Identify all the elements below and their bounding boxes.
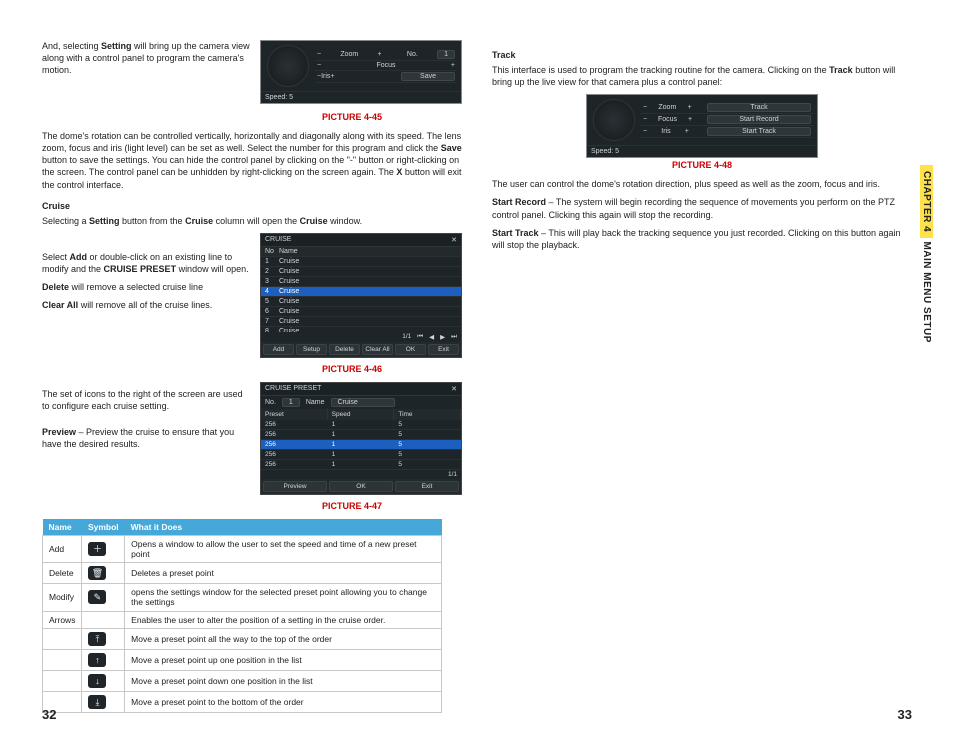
dialog-button[interactable]: OK [395,344,426,355]
start-record-button[interactable]: Start Record [707,115,811,124]
start-record-para: Start Record – The system will begin rec… [492,196,912,220]
caption-4-45: PICTURE 4-45 [242,112,462,122]
left-column: −Zoom+No.1 −Focus+ −Iris+Save Speed: 5 A… [42,40,462,713]
page-last-icon: ⏭ [451,333,457,341]
symbol-icon: ↓ [88,674,106,688]
chapter-tab: CHAPTER 4 MAIN MENU SETUP [921,165,932,343]
list-item: 6Cruise [261,307,461,317]
dialog-button[interactable]: Delete [329,344,360,355]
list-item: 1Cruise [261,257,461,267]
dialog-button[interactable]: Setup [296,344,327,355]
symbol-icon: ✎ [88,590,106,604]
dialog-button[interactable]: Add [263,344,294,355]
page-number-left: 32 [42,707,56,722]
table-row: Modify✎opens the settings window for the… [43,584,442,611]
table-row: 25615 [261,430,461,440]
page-first-icon: ⏮ [417,333,423,341]
table-row: ↑Move a preset point up one position in … [43,649,442,670]
figure-4-45: −Zoom+No.1 −Focus+ −Iris+Save Speed: 5 [260,40,462,104]
start-track-para: Start Track – This will play back the tr… [492,227,912,251]
page-prev-icon: ◀ [429,333,434,341]
table-row: 25615 [261,420,461,430]
track-p1: This interface is used to program the tr… [492,64,912,88]
track-p2: The user can control the dome's rotation… [492,178,912,190]
close-icon: ✕ [451,385,457,393]
dome-paragraph: The dome's rotation can be controlled ve… [42,130,462,191]
list-item: 7Cruise [261,317,461,327]
dialog-button[interactable]: Preview [263,481,327,492]
track-heading: Track [492,50,912,60]
symbol-icon: 🗑 [88,566,106,580]
table-row: 25615 [261,450,461,460]
dialog-button[interactable]: Exit [428,344,459,355]
list-item: 2Cruise [261,267,461,277]
table-row: Delete🗑Deletes a preset point [43,563,442,584]
right-column: Track This interface is used to program … [492,40,912,713]
table-row: ArrowsEnables the user to alter the posi… [43,611,442,628]
dialog-button[interactable]: OK [329,481,393,492]
symbol-icon: ↑ [88,653,106,667]
table-row: ↓Move a preset point down one position i… [43,670,442,691]
table-row: 25615 [261,460,461,470]
caption-4-47: PICTURE 4-47 [242,501,462,511]
start-track-button[interactable]: Start Track [707,127,811,136]
page-next-icon: ▶ [440,333,445,341]
symbol-icon: ⤒ [88,632,106,646]
icon-table: Name Symbol What it Does Add＋Opens a win… [42,519,442,713]
page-number-right: 33 [898,707,912,722]
table-row: ⤒Move a preset point all the way to the … [43,628,442,649]
figure-4-46: CRUISE✕ NoName 1Cruise2Cruise3Cruise4Cru… [260,233,462,358]
symbol-icon: ⤓ [88,695,106,709]
save-button[interactable]: Save [401,72,455,81]
caption-4-48: PICTURE 4-48 [492,160,912,170]
caption-4-46: PICTURE 4-46 [242,364,462,374]
table-row: ⤓Move a preset point to the bottom of th… [43,691,442,712]
table-row: 25615 [261,440,461,450]
list-item: 3Cruise [261,277,461,287]
list-item: 5Cruise [261,297,461,307]
list-item: 4Cruise [261,287,461,297]
cruise-p1: Selecting a Setting button from the Crui… [42,215,462,227]
cruise-heading: Cruise [42,201,462,211]
figure-4-47: CRUISE PRESET✕ No.1 NameCruise PresetSpe… [260,382,462,495]
ptz-dial-icon [267,45,309,87]
table-row: Add＋Opens a window to allow the user to … [43,535,442,562]
dialog-button[interactable]: Clear All [362,344,393,355]
dialog-button[interactable]: Exit [395,481,459,492]
close-icon: ✕ [451,236,457,244]
ptz-dial-icon [593,99,635,141]
symbol-icon: ＋ [88,542,106,556]
figure-4-48: −Zoom+Track −Focus+Start Record −Iris+St… [586,94,818,158]
